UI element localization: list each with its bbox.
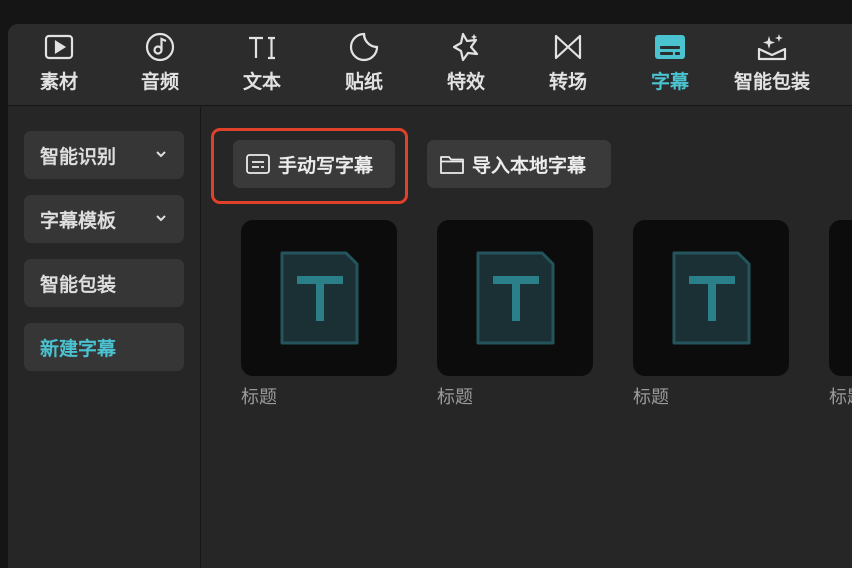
- text-document-icon: [672, 251, 751, 345]
- caption-card[interactable]: 标题: [829, 220, 852, 409]
- tool-media[interactable]: 素材: [37, 30, 81, 102]
- card-label: 标题: [633, 387, 669, 408]
- effects-icon: [449, 30, 483, 64]
- tool-label: 素材: [39, 71, 78, 93]
- sidebar-item-label: 智能包装: [40, 273, 117, 296]
- caption-card[interactable]: 标题: [437, 220, 593, 409]
- sidebar-item-new-caption[interactable]: 新建字幕: [24, 323, 184, 371]
- import-caption-label: 导入本地字幕: [472, 154, 587, 177]
- tool-audio[interactable]: 音频: [138, 30, 182, 102]
- tool-sticker[interactable]: 贴纸: [342, 30, 386, 102]
- tool-text[interactable]: 文本: [240, 30, 284, 102]
- sidebar-item-label: 智能识别: [40, 145, 117, 168]
- chevron-down-icon: [156, 215, 166, 222]
- tool-captions[interactable]: 字幕: [648, 30, 692, 102]
- card-thumbnail: [829, 220, 852, 376]
- media-icon: [42, 30, 76, 64]
- text-document-icon: [280, 251, 359, 345]
- subtitle-icon: [246, 154, 270, 174]
- sidebar-item-caption-templates[interactable]: 字幕模板: [24, 195, 184, 243]
- tool-transition[interactable]: 转场: [546, 30, 590, 102]
- card-thumbnail: [633, 220, 789, 376]
- tool-label: 智能包装: [733, 71, 810, 93]
- chevron-down-icon: [156, 151, 166, 158]
- tool-label: 文本: [242, 71, 281, 93]
- card-label: 标题: [829, 387, 852, 408]
- audio-icon: [143, 30, 177, 64]
- tool-label: 字幕: [650, 71, 689, 93]
- sidebar-item-label: 新建字幕: [40, 337, 117, 360]
- sidebar-item-smart-package[interactable]: 智能包装: [24, 259, 184, 307]
- card-label: 标题: [437, 387, 473, 408]
- tool-label: 贴纸: [344, 71, 383, 93]
- folder-icon: [440, 156, 464, 174]
- manual-caption-button[interactable]: 手动写字幕: [233, 140, 395, 188]
- tool-label: 转场: [548, 71, 587, 93]
- app-window: 素材 音频 文本 贴纸 特效 转场 字幕 智能包装 智能识别 字幕模板 智能包装…: [8, 24, 852, 568]
- sidebar: 智能识别 字幕模板 智能包装 新建字幕: [8, 107, 201, 568]
- tool-label: 特效: [446, 71, 485, 93]
- tool-smart-package[interactable]: 智能包装: [732, 30, 812, 102]
- tool-label: 音频: [140, 71, 179, 93]
- card-thumbnail: [241, 220, 397, 376]
- sticker-icon: [347, 30, 381, 64]
- transition-icon: [551, 30, 585, 64]
- text-document-icon: [476, 251, 555, 345]
- caption-card[interactable]: 标题: [241, 220, 397, 409]
- tool-effects[interactable]: 特效: [444, 30, 488, 102]
- import-caption-button[interactable]: 导入本地字幕: [427, 140, 611, 188]
- sidebar-item-smart-recognition[interactable]: 智能识别: [24, 131, 184, 179]
- sidebar-item-label: 字幕模板: [40, 209, 117, 232]
- text-icon: [245, 30, 279, 64]
- caption-card[interactable]: 标题: [633, 220, 789, 409]
- manual-caption-label: 手动写字幕: [278, 154, 374, 177]
- top-toolbar: 素材 音频 文本 贴纸 特效 转场 字幕 智能包装: [8, 24, 852, 106]
- card-label: 标题: [241, 387, 277, 408]
- main-panel: 手动写字幕 导入本地字幕 标题 标题 标题 标: [202, 107, 852, 568]
- card-thumbnail: [437, 220, 593, 376]
- captions-icon: [653, 30, 687, 64]
- smart-package-icon: [755, 30, 789, 64]
